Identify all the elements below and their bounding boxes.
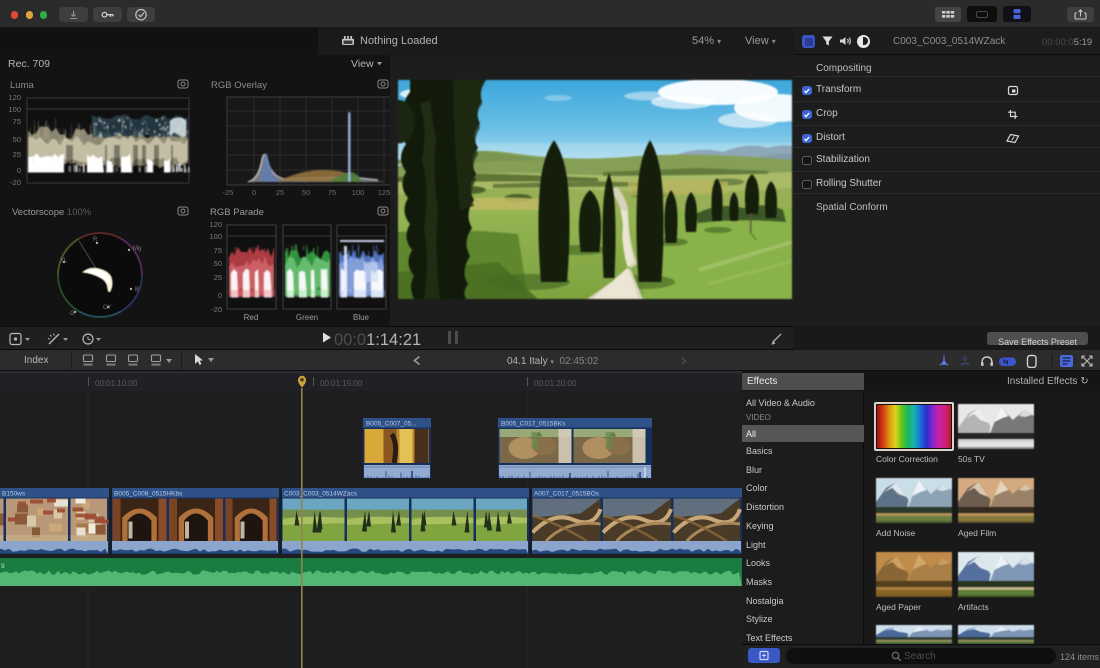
svg-text:YL: YL — [60, 258, 68, 264]
svg-text:75: 75 — [214, 246, 222, 255]
svg-text:75: 75 — [328, 188, 336, 197]
svg-text:CY: CY — [103, 305, 111, 311]
svg-text:Red: Red — [244, 313, 259, 322]
svg-text:RGB Overlay: RGB Overlay — [211, 80, 267, 91]
svg-text:-20: -20 — [211, 305, 222, 314]
svg-text:75: 75 — [13, 117, 21, 126]
svg-text:B005_C017_0515BKs: B005_C017_0515BKs — [501, 421, 566, 428]
svg-text:25: 25 — [13, 150, 21, 159]
svg-text:R: R — [93, 237, 98, 243]
svg-text:120: 120 — [209, 220, 222, 229]
svg-text:B150ws: B150ws — [2, 491, 26, 498]
svg-text:-20: -20 — [10, 178, 21, 187]
svg-text:Vectorscope 100%: Vectorscope 100% — [12, 207, 92, 218]
svg-text:00:01:20:00: 00:01:20:00 — [534, 379, 577, 388]
svg-text:G: G — [70, 311, 75, 317]
svg-text:100: 100 — [352, 188, 365, 197]
svg-text:100: 100 — [209, 232, 222, 241]
svg-text:120: 120 — [8, 93, 21, 102]
svg-text:A007_C017_0515BOs: A007_C017_0515BOs — [534, 491, 600, 498]
svg-text:9: 9 — [1, 563, 5, 570]
svg-text:0: 0 — [252, 188, 256, 197]
svg-text:100: 100 — [8, 105, 21, 114]
svg-text:-25: -25 — [223, 188, 234, 197]
svg-text:Blue: Blue — [353, 313, 370, 322]
svg-text:Green: Green — [296, 313, 318, 322]
svg-text:View: View — [351, 58, 374, 70]
svg-text:00:01:15:00: 00:01:15:00 — [320, 379, 363, 388]
svg-text:0: 0 — [218, 291, 222, 300]
svg-text:Mg: Mg — [133, 246, 141, 252]
svg-text:B005_C007_05...: B005_C007_05... — [366, 421, 417, 428]
svg-text:25: 25 — [276, 188, 284, 197]
svg-text:50: 50 — [13, 135, 21, 144]
svg-text:Luma: Luma — [10, 80, 34, 91]
svg-text:125: 125 — [378, 188, 390, 197]
svg-text:B005_C008_0515HKbs: B005_C008_0515HKbs — [114, 491, 183, 498]
svg-text:00:01:10:00: 00:01:10:00 — [95, 379, 138, 388]
svg-text:Rec. 709: Rec. 709 — [8, 58, 50, 70]
svg-text:50: 50 — [302, 188, 310, 197]
svg-text:C003_C003_0514WZacs: C003_C003_0514WZacs — [284, 491, 358, 498]
svg-text:25: 25 — [214, 273, 222, 282]
svg-text:0: 0 — [17, 166, 21, 175]
svg-text:50: 50 — [214, 259, 222, 268]
svg-text:RGB Parade: RGB Parade — [210, 207, 264, 218]
svg-text:B: B — [135, 287, 139, 293]
